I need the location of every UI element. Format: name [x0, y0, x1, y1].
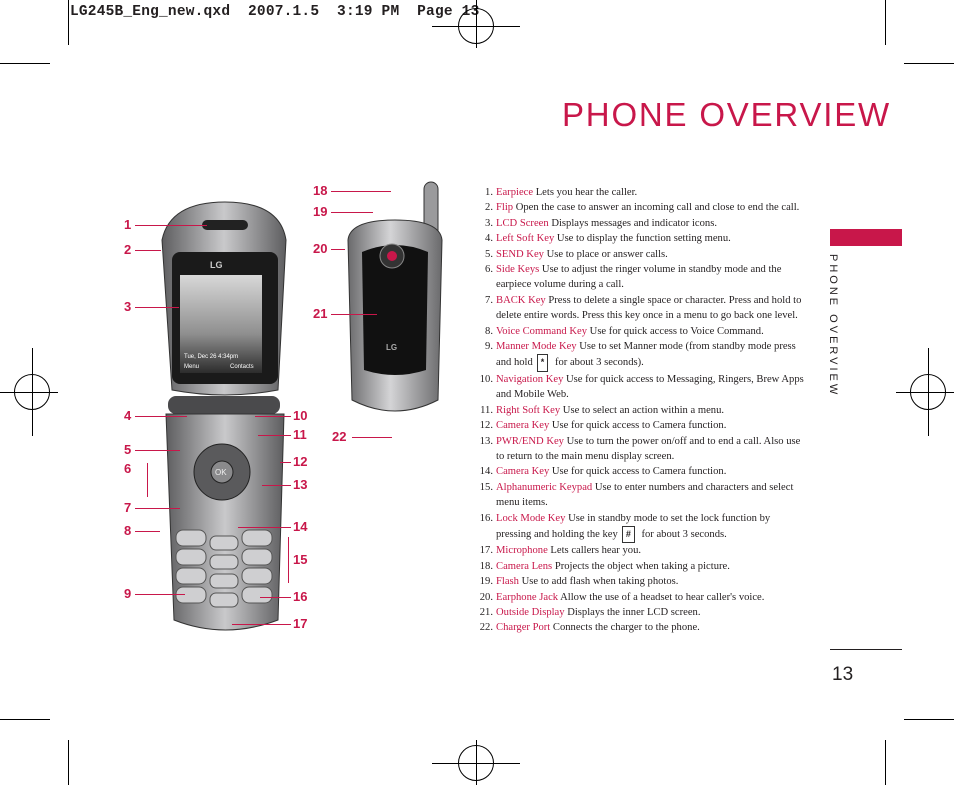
open-phone-illustration: LG Tue, Dec 26 4:34pm Menu Contacts OK: [161, 201, 287, 631]
callout-20: 20: [313, 241, 328, 256]
callout-9: 9: [124, 586, 132, 601]
closed-phone-illustration: LG: [347, 181, 443, 412]
keypad: [175, 529, 273, 608]
section-tab-label: PHONE OVERVIEW: [827, 254, 839, 398]
svg-text:Tue, Dec 26 4:34pm: Tue, Dec 26 4:34pm: [184, 354, 238, 360]
callout-1: 1: [124, 217, 132, 232]
callout-19: 19: [313, 204, 328, 219]
callout-7: 7: [124, 500, 132, 515]
list-item: 20. Earphone Jack Allow the use of a head…: [479, 591, 765, 603]
leader-line: [260, 597, 291, 598]
leader-line: [135, 250, 161, 251]
callout-22: 22: [332, 429, 347, 444]
callout-15: 15: [293, 552, 308, 567]
callout-18: 18: [313, 183, 328, 198]
leader-line: [288, 537, 289, 583]
crop-mark: [0, 63, 50, 64]
list-item: 1. Earpiece Lets you hear the caller.: [485, 187, 638, 198]
pound-key-icon: #: [621, 525, 635, 544]
list-item: 8. Voice Command Key Use for quick access…: [485, 325, 764, 337]
leader-line: [280, 462, 291, 463]
list-item: 21. Outside Display Displays the inner LC…: [479, 606, 701, 618]
leader-line: [135, 307, 179, 308]
list-item: 19. Flash Use to add flash when taking ph…: [479, 576, 679, 588]
leader-line: [331, 249, 345, 250]
list-item: 3. LCD Screen Displays messages and indic…: [485, 217, 717, 229]
list-item: 12. Camera Key Use for quick access to Ca…: [479, 420, 727, 432]
crop-mark: [885, 0, 886, 45]
callout-21: 21: [313, 306, 328, 321]
leader-line: [135, 508, 180, 509]
callout-4: 4: [124, 408, 132, 423]
callout-11: 11: [293, 427, 307, 442]
list-item: 6. Side Keys Use to adjust the ringer vol…: [485, 264, 782, 291]
star-key-icon: *: [536, 354, 549, 372]
callout-10: 10: [293, 408, 308, 423]
callout-6: 6: [124, 461, 132, 476]
list-item: 9. Manner Mode Key Use to set Manner mode…: [474, 339, 804, 372]
callout-16: 16: [293, 589, 308, 604]
list-item: 17. Microphone Lets callers hear you.: [479, 545, 642, 557]
crop-mark: [0, 719, 50, 720]
callout-12: 12: [293, 454, 308, 469]
list-item: 4. Left Soft Key Use to display the funct…: [485, 233, 731, 245]
hinge: [168, 396, 280, 414]
page-number: 13: [832, 664, 854, 685]
list-item: 13. PWR/END Key Use to turn the power on/…: [479, 435, 801, 462]
list-item: 7. BACK Key Press to delete a single spac…: [485, 294, 802, 322]
crop-mark: [885, 740, 886, 785]
leader-line: [331, 191, 391, 192]
leader-line: [255, 416, 291, 417]
callout-5: 5: [124, 442, 132, 457]
leader-line: [258, 435, 291, 436]
leader-line: [331, 212, 373, 213]
list-item: 2. Flip Open the case to answer an incomi…: [485, 202, 800, 214]
crop-mark: [68, 0, 69, 45]
leader-line: [135, 450, 180, 451]
leader-line: [147, 463, 148, 497]
crop-mark: [904, 719, 954, 720]
list-item: 5. SEND Key Use to place or answer calls.: [485, 248, 668, 260]
list-item: 16. Lock Mode Key Use in standby mode to …: [474, 511, 804, 544]
feature-list: 1. Earpiece Lets you hear the caller. 2. F…: [474, 185, 804, 636]
file-slug: LG245B_Eng_new.qxd 2007.1.5 3:19 PM Page…: [70, 4, 480, 20]
list-item: 18. Camera Lens Projects the object when …: [479, 560, 730, 572]
leader-line: [135, 416, 187, 417]
callout-17: 17: [293, 616, 308, 631]
crop-mark: [904, 63, 954, 64]
page-title: PHONE OVERVIEW: [562, 96, 891, 133]
leader-line: [262, 485, 291, 486]
svg-text:LG: LG: [386, 343, 397, 352]
svg-text:LG: LG: [210, 260, 223, 270]
callout-2: 2: [124, 242, 132, 257]
svg-text:OK: OK: [215, 468, 227, 477]
svg-text:Menu: Menu: [184, 364, 199, 370]
section-tab-bar: [830, 229, 902, 246]
callout-3: 3: [124, 299, 132, 314]
callout-8: 8: [124, 523, 132, 538]
leader-line: [135, 225, 207, 226]
leader-line: [135, 594, 185, 595]
callout-13: 13: [293, 477, 308, 492]
leader-line: [238, 527, 291, 528]
callout-14: 14: [293, 519, 308, 534]
earpiece: [202, 220, 248, 230]
page-number-rule: [830, 649, 902, 650]
leader-line: [232, 624, 291, 625]
svg-text:Contacts: Contacts: [230, 364, 254, 370]
list-item: 14. Camera Key Use for quick access to Ca…: [479, 466, 727, 478]
leader-line: [331, 314, 377, 315]
leader-line: [352, 437, 392, 438]
leader-line: [135, 531, 160, 532]
crop-mark: [68, 740, 69, 785]
list-item: 15. Alphanumeric Keypad Use to enter numb…: [479, 481, 794, 509]
list-item: 10. Navigation Key Use for quick access t…: [479, 373, 804, 401]
list-item: 11. Right Soft Key Use to select an actio…: [480, 404, 725, 416]
list-item: 22. Charger Port Connects the charger to …: [479, 622, 700, 634]
